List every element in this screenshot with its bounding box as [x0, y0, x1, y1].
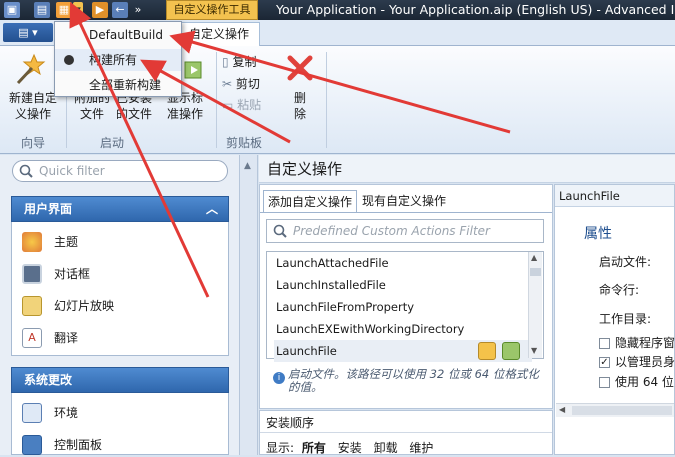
- annotation-arrow: [169, 30, 511, 134]
- annotation-arrow: [140, 59, 291, 144]
- annotation-arrows: [69, 1, 511, 298]
- annotation-arrow: [69, 1, 210, 298]
